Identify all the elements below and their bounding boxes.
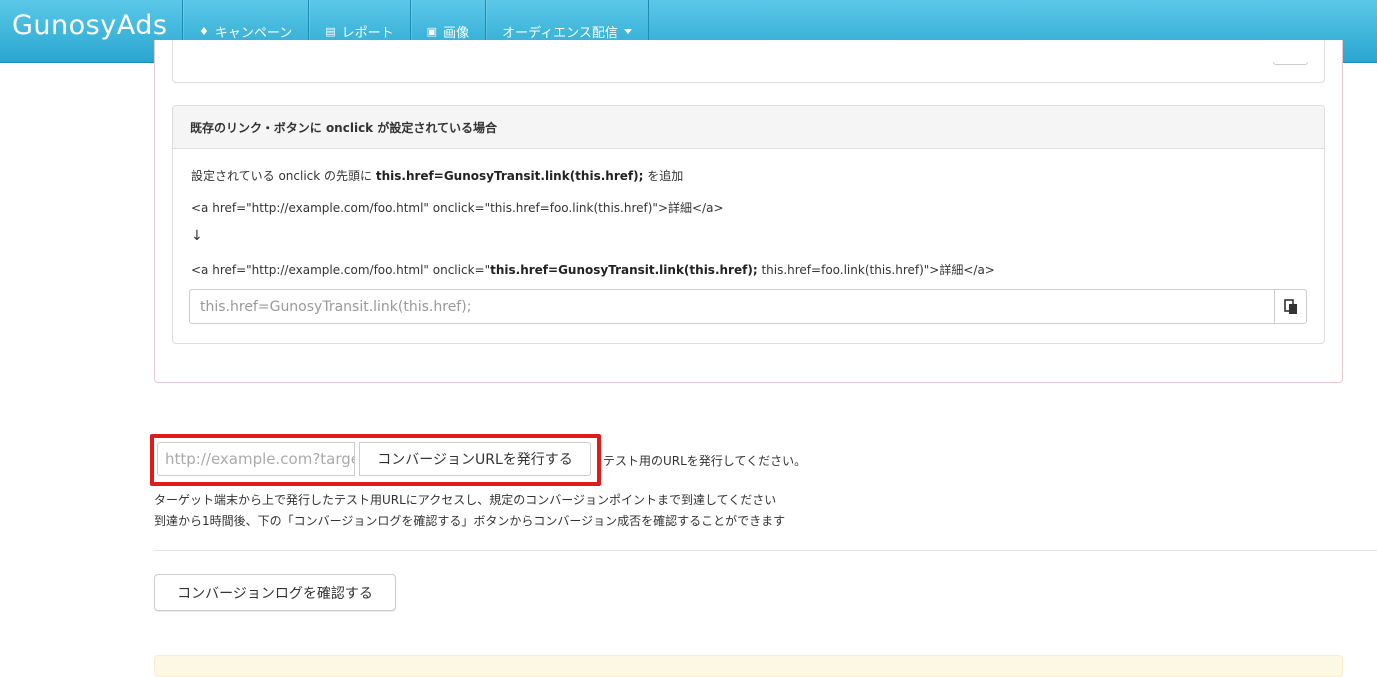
onclick-panel: 既存のリンク・ボタンに onclick が設定されている場合 設定されている o… xyxy=(172,105,1325,344)
instruction-code: this.href=GunosyTransit.link(this.href); xyxy=(375,169,644,183)
picture-icon: ▣ xyxy=(426,24,438,38)
list-alt-icon: ▤ xyxy=(325,24,336,38)
clipboard-icon xyxy=(1283,298,1297,314)
instruction-suffix: を追加 xyxy=(643,169,684,183)
copy-button[interactable] xyxy=(1274,289,1307,324)
example-after-suffix: this.href=foo.link(this.href)">詳細</a> xyxy=(757,263,995,277)
down-arrow-icon: ↓ xyxy=(191,228,203,244)
copy-code-group: this.href=GunosyTransit.link(this.href); xyxy=(189,289,1307,324)
description-line-1: ターゲット端末から上で発行したテスト用URLにアクセスし、規定のコンバージョンポ… xyxy=(154,493,777,507)
issue-hint: テスト用のURLを発行してください。 xyxy=(603,454,807,468)
nav-item-label: 画像 xyxy=(443,25,470,41)
previous-copy-button[interactable] xyxy=(1273,62,1308,65)
brand-logo[interactable]: GunosyAds xyxy=(12,10,167,41)
nav-item-label: レポート xyxy=(341,25,394,41)
example-after: <a href="http://example.com/foo.html" on… xyxy=(191,261,995,278)
tag-icon: ♦ xyxy=(199,24,209,38)
alert-box xyxy=(154,655,1343,677)
code-input[interactable]: this.href=GunosyTransit.link(this.href); xyxy=(189,289,1274,324)
example-after-code: this.href=GunosyTransit.link(this.href); xyxy=(490,263,758,277)
instruction-prefix: 設定されている onclick の先頭に xyxy=(191,169,376,183)
instruction-line: 設定されている onclick の先頭に this.href=GunosyTra… xyxy=(191,167,683,184)
panel-heading: 既存のリンク・ボタンに onclick が設定されている場合 xyxy=(173,106,1324,149)
example-before: <a href="http://example.com/foo.html" on… xyxy=(191,201,724,215)
nav-item-label: オーディエンス配信 xyxy=(502,25,618,41)
example-after-prefix: <a href="http://example.com/foo.html" on… xyxy=(191,263,491,277)
divider xyxy=(154,550,1377,551)
check-conversion-log-button[interactable]: コンバージョンログを確認する xyxy=(154,574,396,611)
issue-conversion-url-button[interactable]: コンバージョンURLを発行する xyxy=(359,442,591,476)
description-line-2: 到達から1時間後、下の「コンバージョンログを確認する」ボタンからコンバージョン成… xyxy=(154,514,786,528)
conversion-url-input[interactable]: http://example.com?target xyxy=(157,442,355,476)
previous-panel xyxy=(172,40,1325,83)
caret-down-icon xyxy=(623,28,632,34)
nav-item-label: キャンペーン xyxy=(214,25,293,41)
